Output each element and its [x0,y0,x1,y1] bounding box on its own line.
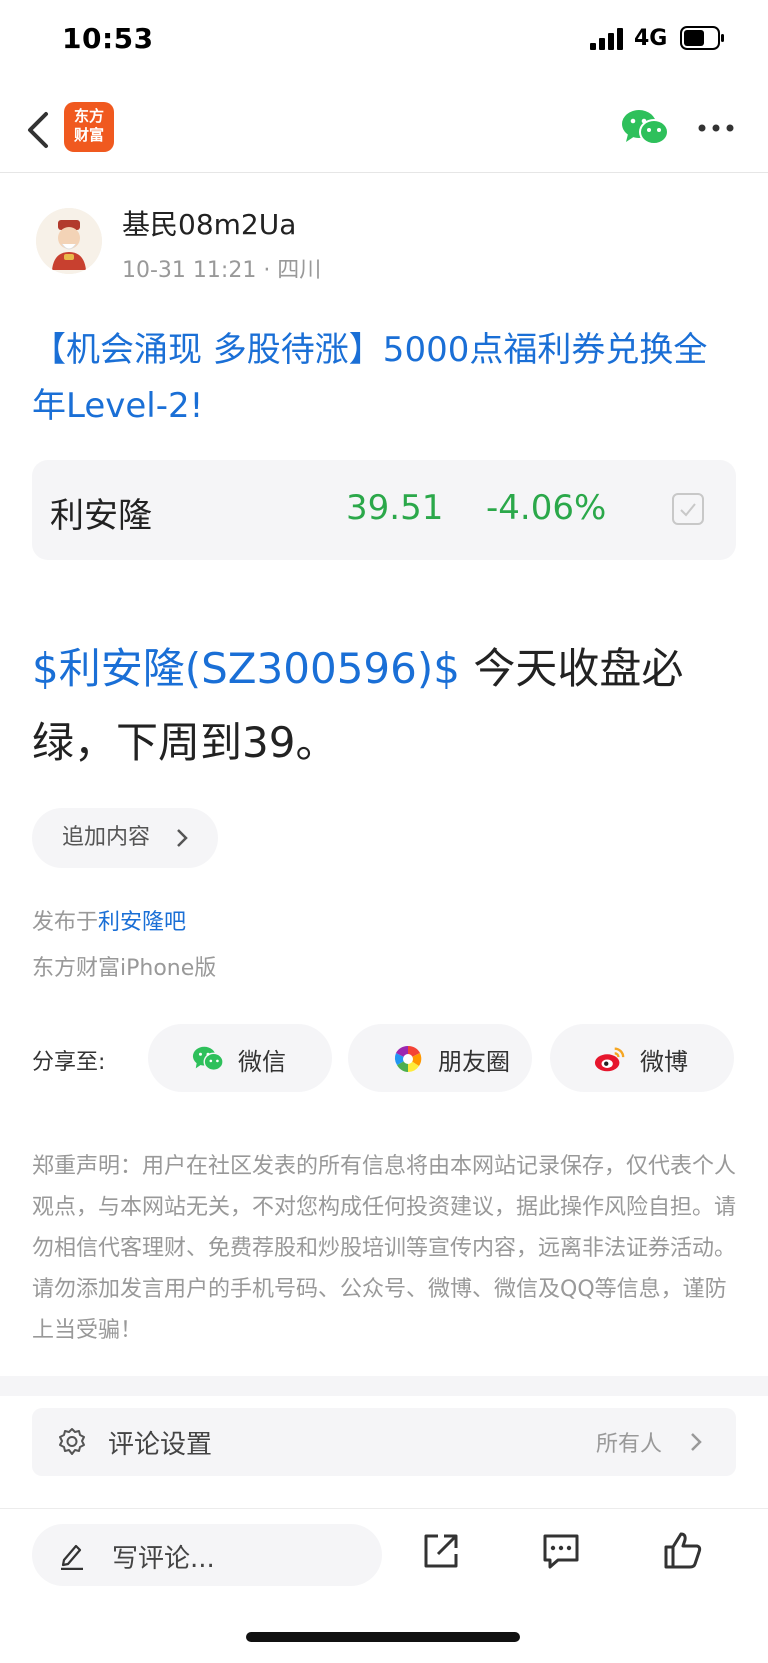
more-icon[interactable] [696,118,736,138]
avatar-image [36,208,102,274]
nav-divider [0,172,768,173]
share-weibo-button[interactable]: 微博 [550,1024,734,1092]
wechat-icon[interactable] [620,108,670,148]
add-watchlist-checkbox[interactable] [672,493,704,525]
share-weibo-label: 微博 [640,1048,688,1076]
username[interactable]: 基民08m2Ua [122,203,296,243]
share-wechat-label: 微信 [238,1048,286,1076]
pen-icon [61,1544,83,1570]
comment-setting-label: 评论设置 [108,1430,213,1460]
disclaimer: 郑重声明：用户在社区发表的所有信息将由本网站记录保存，仅代表个人观点，与本网站无… [32,1154,737,1343]
check-icon [680,503,696,517]
write-comment-placeholder: 写评论... [112,1544,215,1574]
logo-text-top: 东方 [73,107,104,125]
client-source: 东方财富iPhone版 [32,956,217,981]
append-content-button[interactable]: 追加内容 [32,808,218,868]
bottom-bar-divider [0,1508,768,1509]
comment-setting-row[interactable]: 评论设置 所有人 [32,1408,736,1476]
battery-icon [680,26,724,50]
section-divider [0,1376,768,1396]
back-icon[interactable] [24,108,54,152]
share-moments-label: 朋友圈 [438,1048,510,1076]
published-in: 发布于利安隆吧 [32,904,186,936]
stock-name: 利安隆 [50,496,152,536]
comment-icon[interactable] [540,1530,582,1572]
comment-setting-value: 所有人 [595,1432,662,1457]
app-logo: 东方 财富 [64,102,114,152]
share-moments-button[interactable]: 朋友圈 [348,1024,532,1092]
network-type: 4G [634,26,668,51]
post-body: $利安隆(SZ300596)$ 今天收盘必绿，下周到39。 [32,632,738,780]
chevron-right-icon [177,829,188,847]
gear-icon [59,1428,85,1455]
write-comment-input[interactable]: 写评论... [32,1524,382,1586]
published-prefix: 发布于 [32,910,99,935]
chevron-right-icon [691,1433,702,1451]
share-label: 分享至: [32,1050,106,1075]
like-icon[interactable] [662,1530,704,1572]
moments-icon [394,1045,422,1073]
stock-mention-link[interactable]: $利安隆(SZ300596)$ [32,644,460,693]
share-wechat-button[interactable]: 微信 [148,1024,332,1092]
logo-text-bottom: 财富 [73,126,104,144]
avatar[interactable] [36,208,102,274]
stock-price: 39.51 [346,488,444,528]
append-content-label: 追加内容 [62,825,151,850]
status-time: 10:53 [62,22,154,55]
post-title-link[interactable]: 【机会涌现 多股待涨】5000点福利券兑换全年Level-2! [32,322,732,434]
wechat-icon [192,1046,224,1072]
stock-change: -4.06% [486,488,607,528]
signal-icon [590,28,623,50]
home-indicator [246,1632,520,1642]
post-meta: 10-31 11:21 · 四川 [122,258,322,283]
stock-bar-link[interactable]: 利安隆吧 [98,910,186,935]
share-icon[interactable] [420,1530,462,1572]
weibo-icon [594,1047,625,1072]
